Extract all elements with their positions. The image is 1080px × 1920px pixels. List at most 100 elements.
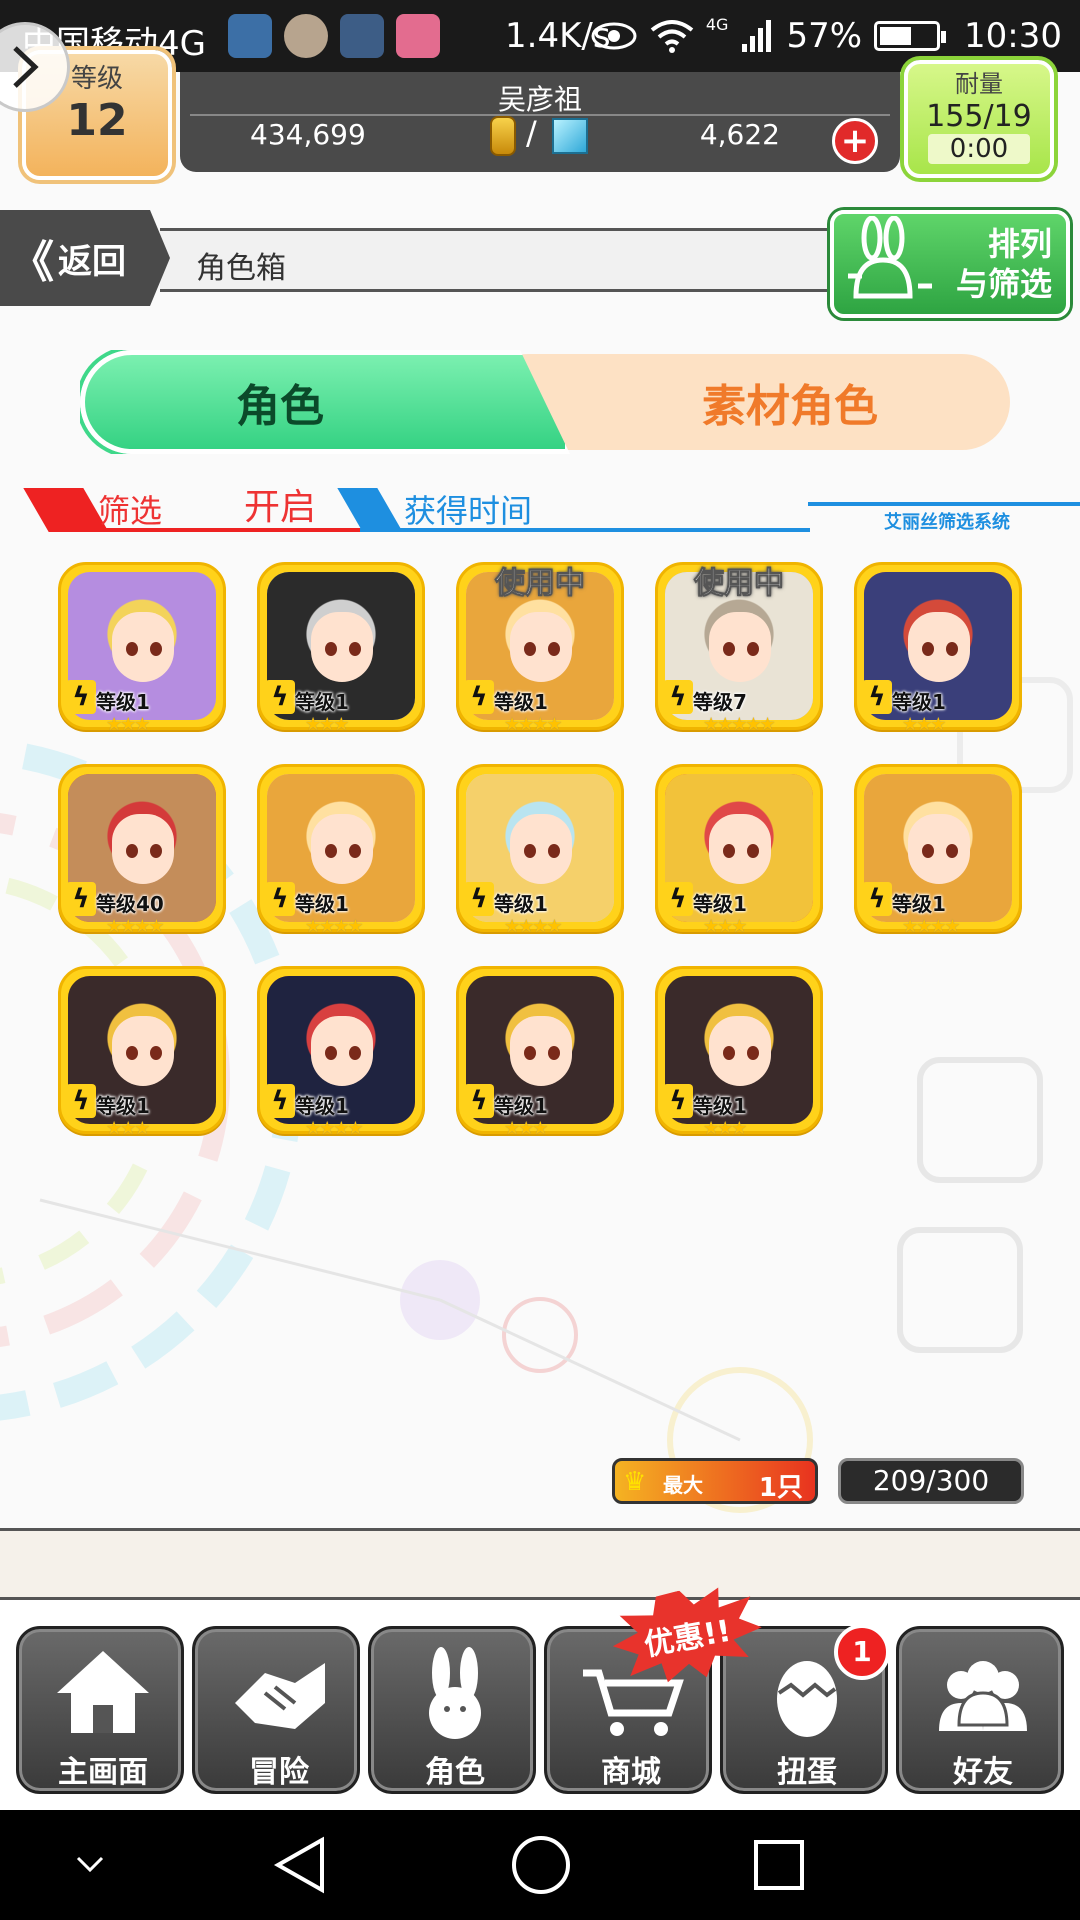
sort-order-button[interactable]: 获得时间	[404, 486, 532, 532]
nav-shop-label: 商城	[601, 1755, 661, 1790]
nav-home[interactable]: 主画面	[16, 1626, 184, 1794]
character-card[interactable]: ϟ 等级40 ★★★★	[58, 764, 226, 942]
coin-count: 434,699	[250, 118, 366, 151]
portrait-face	[908, 612, 970, 682]
character-card[interactable]: ϟ 等级1 ★★★★	[456, 764, 624, 942]
portrait-eye	[747, 844, 759, 858]
back-triangle-icon[interactable]	[266, 1830, 336, 1900]
rarity-stars: ★★★★	[305, 916, 364, 937]
status-right: 4G 57% 10:30	[590, 14, 1062, 56]
stamina-label: 耐量	[955, 70, 1003, 98]
portrait-eye	[548, 844, 560, 858]
max-value: 1只	[758, 1473, 803, 1503]
lightning-element-icon: ϟ	[663, 680, 693, 714]
character-level: 等级1	[295, 690, 349, 714]
chevron-down-icon[interactable]	[70, 1830, 110, 1900]
portrait-eye	[723, 844, 735, 858]
nav-gacha-label: 扭蛋	[777, 1755, 837, 1790]
nav-adventure[interactable]: 冒险	[192, 1626, 360, 1794]
character-level: 等级40	[96, 892, 164, 916]
portrait-eye	[126, 642, 138, 656]
battery-icon	[874, 21, 947, 51]
rarity-stars: ★★★★	[504, 916, 563, 937]
character-card[interactable]: ϟ 等级1 ★★★	[456, 966, 624, 1144]
sort-filter-button[interactable]: 排列 与筛选	[830, 210, 1070, 318]
rabbit-sort-icon	[848, 216, 932, 299]
character-level: 等级1	[693, 1094, 747, 1118]
portrait-eye	[524, 642, 536, 656]
bilibili-app-icon	[396, 14, 440, 58]
in-use-label: 使用中	[694, 566, 785, 602]
portrait-face	[510, 612, 572, 682]
sort-stripe	[337, 488, 403, 532]
portrait-eye	[723, 642, 735, 656]
lightning-element-icon: ϟ	[66, 882, 96, 916]
character-card[interactable]: ϟ 等级1 ★★★★	[854, 764, 1022, 942]
avatar-app-icon	[284, 14, 328, 58]
filter-status[interactable]: 开启	[244, 478, 316, 530]
portrait-eye	[325, 1046, 337, 1060]
rarity-stars: ★★★	[106, 714, 150, 735]
portrait-eye	[349, 642, 361, 656]
character-card[interactable]: ϟ 等级1 ★★★★	[257, 966, 425, 1144]
sort-underline-right	[808, 502, 1080, 506]
portrait-face	[510, 814, 572, 884]
back-label: 返回	[58, 241, 126, 282]
portrait-face	[311, 1016, 373, 1086]
portrait-eye	[946, 642, 958, 656]
recents-square-icon[interactable]	[744, 1830, 814, 1900]
add-currency-button[interactable]: +	[832, 118, 878, 164]
filter-toggle[interactable]: 筛选	[98, 486, 162, 532]
lightning-element-icon: ϟ	[862, 680, 892, 714]
character-card[interactable]: ϟ 等级1 ★★★	[257, 562, 425, 740]
character-level: 等级1	[295, 892, 349, 916]
nav-characters[interactable]: 角色	[368, 1626, 536, 1794]
character-card[interactable]: ϟ 等级1 ★★★★	[257, 764, 425, 942]
footer-strip	[0, 1528, 1080, 1600]
lightning-element-icon: ϟ	[663, 882, 693, 916]
portrait-eye	[349, 1046, 361, 1060]
tab-characters[interactable]: 角色	[80, 350, 570, 454]
character-card[interactable]: ϟ 等级1 ★★★	[655, 764, 823, 942]
notification-icons	[228, 14, 440, 58]
lightning-element-icon: ϟ	[66, 680, 96, 714]
rarity-stars: ★★★	[902, 714, 946, 735]
nav-home-label: 主画面	[58, 1755, 148, 1790]
character-level: 等级1	[96, 1094, 150, 1118]
home-circle-icon[interactable]	[506, 1830, 576, 1900]
portrait-eye	[325, 642, 337, 656]
network-type-label: 4G	[705, 14, 729, 34]
character-card[interactable]: ϟ 等级1 ★★★	[58, 966, 226, 1144]
character-card[interactable]: ϟ 等级1 ★★★	[655, 966, 823, 1144]
nav-friends[interactable]: 好友	[896, 1626, 1064, 1794]
character-level: 等级1	[892, 690, 946, 714]
system-nav-bar	[0, 1810, 1080, 1920]
character-card[interactable]: ϟ 等级1 ★★★★ 使用中	[456, 562, 624, 740]
crown-icon: ♛	[623, 1467, 647, 1497]
lightning-element-icon: ϟ	[265, 680, 295, 714]
rarity-stars: ★★★★	[504, 714, 563, 735]
stamina-box: 耐量 155/19 0:00	[904, 60, 1054, 178]
character-level: 等级1	[494, 1094, 548, 1118]
double-chevron-left-icon: 《	[10, 237, 54, 288]
chevron-right-icon	[13, 46, 39, 88]
portrait-face	[709, 612, 771, 682]
character-card[interactable]: ϟ 等级7 ★★★★★ 使用中	[655, 562, 823, 740]
friends-icon	[939, 1661, 1027, 1731]
back-button[interactable]: 《 返回	[0, 210, 170, 306]
character-card[interactable]: ϟ 等级1 ★★★	[854, 562, 1022, 740]
nav-characters-label: 角色	[425, 1755, 485, 1790]
battery-percent: 57%	[786, 16, 863, 56]
character-card[interactable]: ϟ 等级1 ★★★	[58, 562, 226, 740]
rarity-stars: ★★★	[703, 916, 747, 937]
portrait-eye	[922, 844, 934, 858]
resource-divider	[190, 114, 890, 116]
coin-icon	[490, 116, 516, 156]
portrait-eye	[922, 642, 934, 656]
stamina-timer: 0:00	[928, 134, 1030, 164]
lightning-element-icon: ϟ	[265, 882, 295, 916]
portrait-eye	[524, 844, 536, 858]
filter-system-label: 艾丽丝筛选系统	[884, 512, 1010, 533]
portrait-eye	[126, 1046, 138, 1060]
rarity-stars: ★★★★★	[703, 714, 776, 735]
